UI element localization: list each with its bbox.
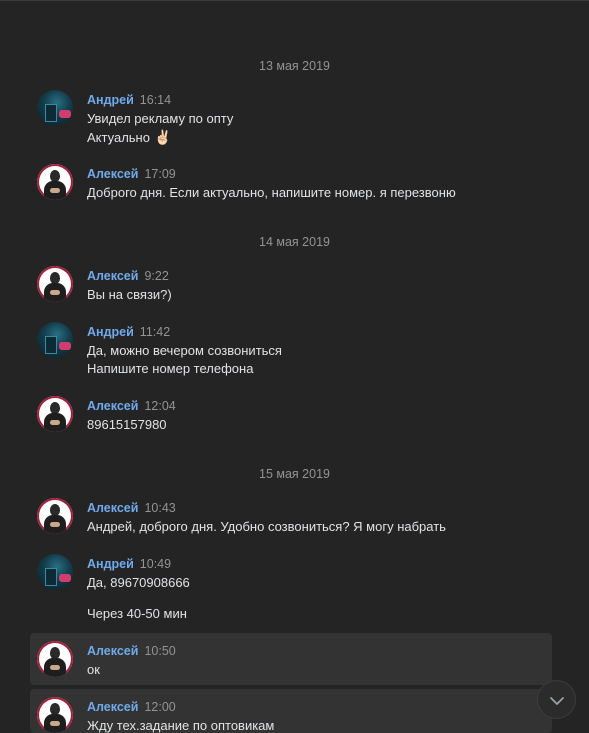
- avatar[interactable]: [37, 697, 73, 733]
- message-time: 16:14: [139, 93, 172, 107]
- author-name[interactable]: Андрей 11:42: [87, 325, 170, 339]
- message-time: 10:49: [139, 557, 172, 571]
- victory-hand-emoji: ✌🏻: [153, 129, 172, 145]
- message-item-highlighted[interactable]: Алексей 12:00 Жду тех.задание по оптовика…: [30, 689, 552, 733]
- avatar[interactable]: [37, 164, 73, 200]
- message-time: 11:42: [139, 325, 171, 339]
- top-border: [0, 0, 589, 1]
- message-text: Актуально ✌🏻: [87, 129, 172, 145]
- avatar[interactable]: [37, 641, 73, 677]
- message-item[interactable]: Алексей 10:43 Андрей, доброго дня. Удобно…: [30, 494, 552, 542]
- avatar[interactable]: [37, 554, 73, 590]
- message-text: Увидел рекламу по опту: [87, 111, 234, 126]
- message-item[interactable]: Алексей 9:22 Вы на связи?): [30, 262, 552, 310]
- message-item[interactable]: Андрей 10:49 Да, 89670908666 Через 40-50 …: [30, 550, 552, 626]
- message-text: Да, можно вечером созвониться: [87, 343, 282, 358]
- author-name[interactable]: Андрей 16:14: [87, 93, 171, 107]
- author-name[interactable]: Алексей 17:09: [87, 167, 176, 181]
- avatar[interactable]: [37, 322, 73, 358]
- date-divider: 15 мая 2019: [259, 467, 330, 481]
- avatar[interactable]: [37, 266, 73, 302]
- message-text: 89615157980: [87, 417, 167, 432]
- message-text: Андрей, доброго дня. Удобно созвониться?…: [87, 519, 446, 534]
- message-time: 12:04: [144, 399, 176, 413]
- message-time: 9:22: [144, 269, 169, 283]
- date-divider: 13 мая 2019: [259, 59, 330, 73]
- message-text: ок: [87, 662, 100, 677]
- chevron-down-icon: [550, 697, 564, 705]
- message-item[interactable]: Андрей 11:42 Да, можно вечером созвонитьс…: [30, 318, 552, 382]
- date-divider: 14 мая 2019: [259, 235, 330, 249]
- avatar[interactable]: [37, 90, 73, 126]
- scroll-down-button[interactable]: [537, 680, 576, 719]
- message-text: Жду тех.задание по оптовикам: [87, 718, 275, 733]
- message-text: Доброго дня. Если актуально, напишите но…: [87, 185, 456, 200]
- author-name[interactable]: Алексей 12:00: [87, 700, 176, 714]
- avatar[interactable]: [37, 498, 73, 534]
- message-text: Да, 89670908666: [87, 575, 190, 590]
- message-item-highlighted[interactable]: Алексей 10:50 ок: [30, 633, 552, 685]
- message-text: Вы на связи?): [87, 287, 172, 302]
- message-item[interactable]: Андрей 16:14 Увидел рекламу по опту Актуа…: [30, 86, 552, 150]
- avatar[interactable]: [37, 396, 73, 432]
- message-time: 17:09: [144, 167, 176, 181]
- author-name[interactable]: Андрей 10:49: [87, 557, 171, 571]
- author-name[interactable]: Алексей 10:43: [87, 501, 176, 515]
- message-time: 10:43: [144, 501, 176, 515]
- message-item[interactable]: Алексей 12:04 89615157980: [30, 392, 552, 440]
- author-name[interactable]: Алексей 12:04: [87, 399, 176, 413]
- message-text: Через 40-50 мин: [87, 606, 187, 621]
- message-time: 10:50: [144, 644, 176, 658]
- author-name[interactable]: Алексей 10:50: [87, 644, 176, 658]
- message-text: Напишите номер телефона: [87, 361, 254, 376]
- author-name[interactable]: Алексей 9:22: [87, 269, 169, 283]
- message-time: 12:00: [144, 700, 176, 714]
- message-item[interactable]: Алексей 17:09 Доброго дня. Если актуально…: [30, 160, 552, 208]
